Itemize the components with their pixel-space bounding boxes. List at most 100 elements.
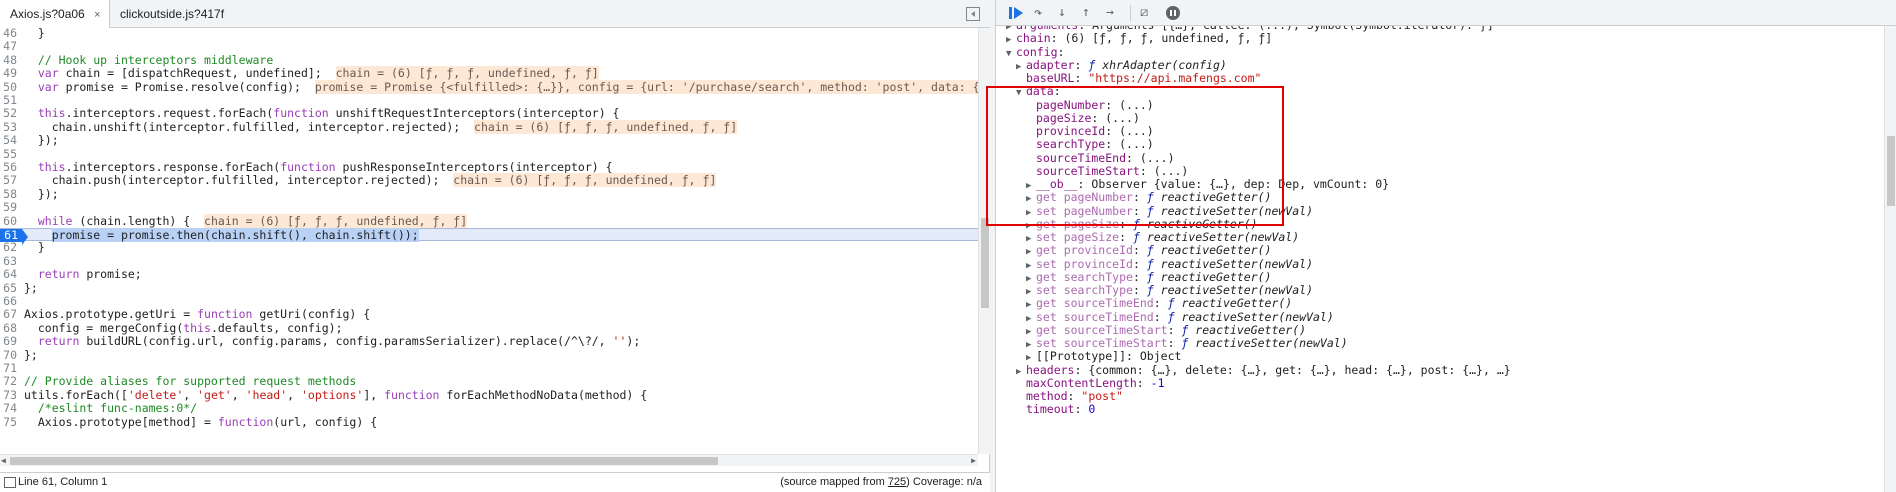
line-number[interactable]: 50 <box>0 80 17 94</box>
line-number[interactable]: 69 <box>0 334 17 348</box>
code-line[interactable]: 65}; <box>0 281 978 295</box>
line-number[interactable]: 53 <box>0 120 17 134</box>
code-line[interactable]: 55 <box>0 147 978 161</box>
line-number[interactable]: 72 <box>0 374 17 388</box>
code-line[interactable]: 70}; <box>0 348 978 362</box>
code-line[interactable]: 69 return buildURL(config.url, config.pa… <box>0 334 978 349</box>
code-line[interactable]: 57 chain.push(interceptor.fulfilled, int… <box>0 173 978 188</box>
code-line[interactable]: 66 <box>0 294 978 308</box>
line-number[interactable]: 59 <box>0 200 17 214</box>
scope-row[interactable]: ▶ set pageSize: ƒ reactiveSetter(newVal) <box>1026 230 1299 244</box>
code-text: return buildURL(config.url, config.param… <box>37 334 641 349</box>
line-number[interactable]: 75 <box>0 415 17 429</box>
code-area[interactable]: 46 } 47 48 // Hook up interceptors middlew… <box>0 28 978 454</box>
scope-row[interactable]: ▶ headers: {common: {…}, delete: {…}, get… <box>1016 363 1511 377</box>
line-number[interactable]: 62 <box>0 240 17 254</box>
code-line[interactable]: 50 var promise = Promise.resolve(config)… <box>0 79 978 94</box>
resume-icon[interactable] <box>1008 5 1024 21</box>
toggle-panel-icon[interactable] <box>4 477 16 488</box>
tab-axios-js[interactable]: Axios.js?0a06 × <box>0 0 110 28</box>
line-number[interactable]: 64 <box>0 267 17 281</box>
scope-row[interactable]: ▶ get searchType: ƒ reactiveGetter() <box>1026 270 1271 284</box>
code-line[interactable]: 73 utils.forEach(['delete', 'get', 'head'… <box>0 388 978 402</box>
scope-vertical-scrollbar[interactable] <box>1884 26 1896 492</box>
step-out-icon[interactable]: ↑ <box>1082 5 1098 21</box>
code-line[interactable]: 60 while (chain.length) { chain = (6) [ƒ… <box>0 213 978 228</box>
current-execution-line[interactable]: 61 promise = promise.then(chain.shift(),… <box>0 228 978 246</box>
code-line[interactable]: 52 this.interceptors.request.forEach(fun… <box>0 106 978 120</box>
line-number[interactable]: 67 <box>0 307 17 321</box>
pause-on-exceptions-icon[interactable] <box>1166 6 1180 20</box>
line-number[interactable]: 73 <box>0 388 17 402</box>
line-number[interactable]: 58 <box>0 187 17 201</box>
code-line[interactable]: 54 }); <box>0 133 978 147</box>
code-line[interactable]: 64 return promise; <box>0 267 978 281</box>
line-number[interactable]: 60 <box>0 214 17 228</box>
line-number[interactable]: 48 <box>0 53 17 67</box>
line-number[interactable]: 52 <box>0 106 17 120</box>
scope-row[interactable]: method: "post" <box>1016 389 1123 403</box>
code-line[interactable]: 74 /*eslint func-names:0*/ <box>0 401 978 415</box>
toggle-debugger-icon[interactable] <box>966 7 980 21</box>
code-line[interactable]: 47 <box>0 39 978 53</box>
code-line[interactable]: 68 config = mergeConfig(this.defaults, c… <box>0 321 978 335</box>
code-line[interactable]: 58 }); <box>0 187 978 201</box>
scope-row[interactable]: ▼ config: <box>1006 45 1064 61</box>
line-number[interactable]: 66 <box>0 294 17 308</box>
code-line[interactable]: 56 this.interceptors.response.forEach(fu… <box>0 160 978 174</box>
code-line[interactable]: 63 <box>0 254 978 268</box>
tab-clickoutside-js[interactable]: clickoutside.js?417f <box>110 0 230 28</box>
code-line[interactable]: 67 Axios.prototype.getUri = function getU… <box>0 307 978 321</box>
deactivate-breakpoints-icon[interactable]: ⧄ <box>1140 5 1156 21</box>
line-number[interactable]: 56 <box>0 160 17 174</box>
line-number[interactable]: 63 <box>0 254 17 268</box>
source-map-link[interactable]: 725 <box>888 476 906 488</box>
scope-row[interactable]: timeout: 0 <box>1016 403 1095 416</box>
code-line[interactable]: 51 <box>0 93 978 107</box>
line-number[interactable]: 71 <box>0 361 17 375</box>
code-line[interactable]: 75 Axios.prototype[method] = function(ur… <box>0 415 978 429</box>
editor-horizontal-scrollbar[interactable]: ◀ ▶ <box>0 454 978 466</box>
line-number[interactable]: 47 <box>0 39 17 53</box>
scope-row[interactable]: ▶ set sourceTimeEnd: ƒ reactiveSetter(new… <box>1026 310 1334 324</box>
scrollbar-thumb[interactable] <box>1887 136 1895 206</box>
code-line[interactable]: 59 <box>0 200 978 214</box>
close-icon[interactable]: × <box>94 9 100 21</box>
inline-value-annotation: chain = (6) [ƒ, ƒ, ƒ, undefined, ƒ, ƒ] <box>453 173 717 188</box>
scope-row[interactable]: ▶ get provinceId: ƒ reactiveGetter() <box>1026 244 1271 258</box>
code-line[interactable]: 71 <box>0 361 978 375</box>
scope-row[interactable]: ▶ chain: (6) [ƒ, ƒ, ƒ, undefined, ƒ, ƒ] <box>1006 32 1272 46</box>
code-line[interactable]: 72 // Provide aliases for supported reque… <box>0 374 978 388</box>
step-over-icon[interactable]: ↷ <box>1034 5 1050 21</box>
scrollbar-thumb[interactable] <box>981 218 989 308</box>
scope-row[interactable]: ▶ set provinceId: ƒ reactiveSetter(newVal… <box>1026 257 1313 271</box>
scope-row[interactable]: ▶ adapter: ƒ xhrAdapter(config) <box>1016 58 1227 72</box>
scroll-left-icon[interactable]: ◀ <box>1 456 6 465</box>
line-number[interactable]: 49 <box>0 66 17 80</box>
line-number[interactable]: 54 <box>0 133 17 147</box>
code-line[interactable]: 48 // Hook up interceptors middleware <box>0 53 978 67</box>
scrollbar-thumb[interactable] <box>10 457 718 465</box>
scope-row[interactable]: ▶ get sourceTimeEnd: ƒ reactiveGetter() <box>1026 297 1292 311</box>
collapse-arrow-icon[interactable]: ▼ <box>1006 48 1016 61</box>
scope-row[interactable]: ▶ set searchType: ƒ reactiveSetter(newVal… <box>1026 283 1313 297</box>
line-number[interactable]: 65 <box>0 281 17 295</box>
step-icon[interactable]: → <box>1106 5 1122 21</box>
code-line[interactable]: 46 } <box>0 28 978 40</box>
code-line[interactable]: 62 } <box>0 240 978 254</box>
line-number[interactable]: 70 <box>0 348 17 362</box>
line-number[interactable]: 68 <box>0 321 17 335</box>
code-line[interactable]: 53 chain.unshift(interceptor.fulfilled, … <box>0 119 978 134</box>
step-into-icon[interactable]: ↓ <box>1058 5 1074 21</box>
scope-row[interactable]: baseURL: "https://api.mafengs.com" <box>1016 71 1261 85</box>
scope-row[interactable]: maxContentLength: -1 <box>1016 376 1165 390</box>
line-number[interactable]: 57 <box>0 173 17 187</box>
line-number[interactable]: 55 <box>0 147 17 161</box>
line-number[interactable]: 51 <box>0 93 17 107</box>
code-line[interactable]: 49 var chain = [dispatchRequest, undefin… <box>0 66 978 81</box>
scope-row[interactable]: ▶ get sourceTimeStart: ƒ reactiveGetter() <box>1026 323 1306 337</box>
scope-row[interactable]: ▶ set sourceTimeStart: ƒ reactiveSetter(n… <box>1026 336 1348 350</box>
scroll-right-icon[interactable]: ▶ <box>971 456 976 465</box>
line-number[interactable]: 74 <box>0 401 17 415</box>
scope-row[interactable]: ▶ [[Prototype]]: Object <box>1026 350 1181 364</box>
